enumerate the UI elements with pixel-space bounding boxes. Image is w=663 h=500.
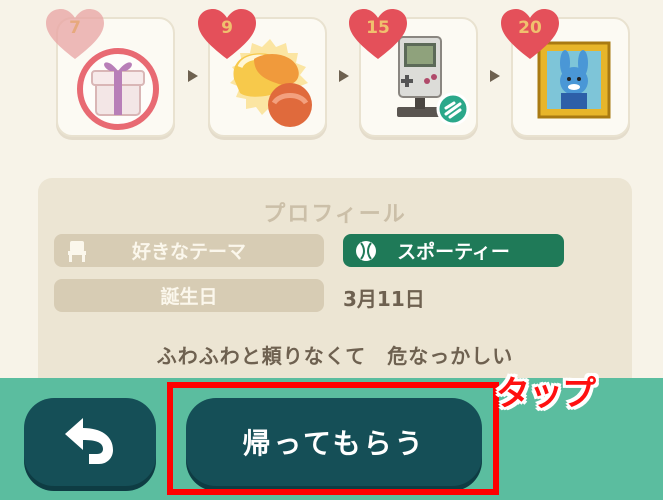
heart-level-badge: 9 bbox=[196, 7, 258, 63]
favorite-theme-label-pill: 好きなテーマ bbox=[54, 234, 324, 267]
tap-annotation-label: タップ bbox=[496, 374, 596, 414]
arrow-right-icon bbox=[490, 70, 500, 82]
birthday-label: 誕生日 bbox=[160, 286, 218, 308]
reward-card-level-15[interactable]: 15 bbox=[349, 9, 478, 137]
arrow-right-icon bbox=[339, 70, 349, 82]
heart-level-badge: 15 bbox=[347, 7, 409, 63]
favorite-theme-value: スポーティー bbox=[397, 241, 510, 263]
reward-card-level-20[interactable]: 20 bbox=[501, 9, 630, 137]
reward-card-level-9[interactable]: 9 bbox=[198, 9, 327, 137]
heart-level-badge: 20 bbox=[499, 7, 561, 63]
personality-description: ふわふわと頼りなくて 危なっかしい bbox=[156, 344, 514, 368]
reward-card-level-7[interactable]: 7 bbox=[46, 9, 175, 137]
tap-highlight-frame bbox=[167, 382, 499, 495]
back-button[interactable] bbox=[24, 398, 156, 486]
reward-level-number: 7 bbox=[69, 18, 81, 38]
birthday-value: 3月11日 bbox=[343, 287, 425, 311]
profile-title: プロフィール bbox=[263, 202, 407, 227]
undo-arrow-icon bbox=[65, 418, 113, 464]
birthday-label-pill: 誕生日 bbox=[54, 279, 324, 312]
chair-icon bbox=[68, 241, 86, 262]
baseball-icon bbox=[356, 241, 376, 261]
favorite-theme-label: 好きなテーマ bbox=[131, 241, 246, 263]
arrow-right-icon bbox=[188, 70, 198, 82]
reward-level-number: 20 bbox=[518, 18, 542, 38]
heart-level-badge: 7 bbox=[44, 7, 106, 63]
favorite-theme-value-pill: スポーティー bbox=[343, 234, 564, 267]
reward-track: 7 9 15 20 bbox=[0, 0, 663, 160]
reward-level-number: 15 bbox=[366, 18, 390, 38]
reward-level-number: 9 bbox=[221, 18, 233, 38]
